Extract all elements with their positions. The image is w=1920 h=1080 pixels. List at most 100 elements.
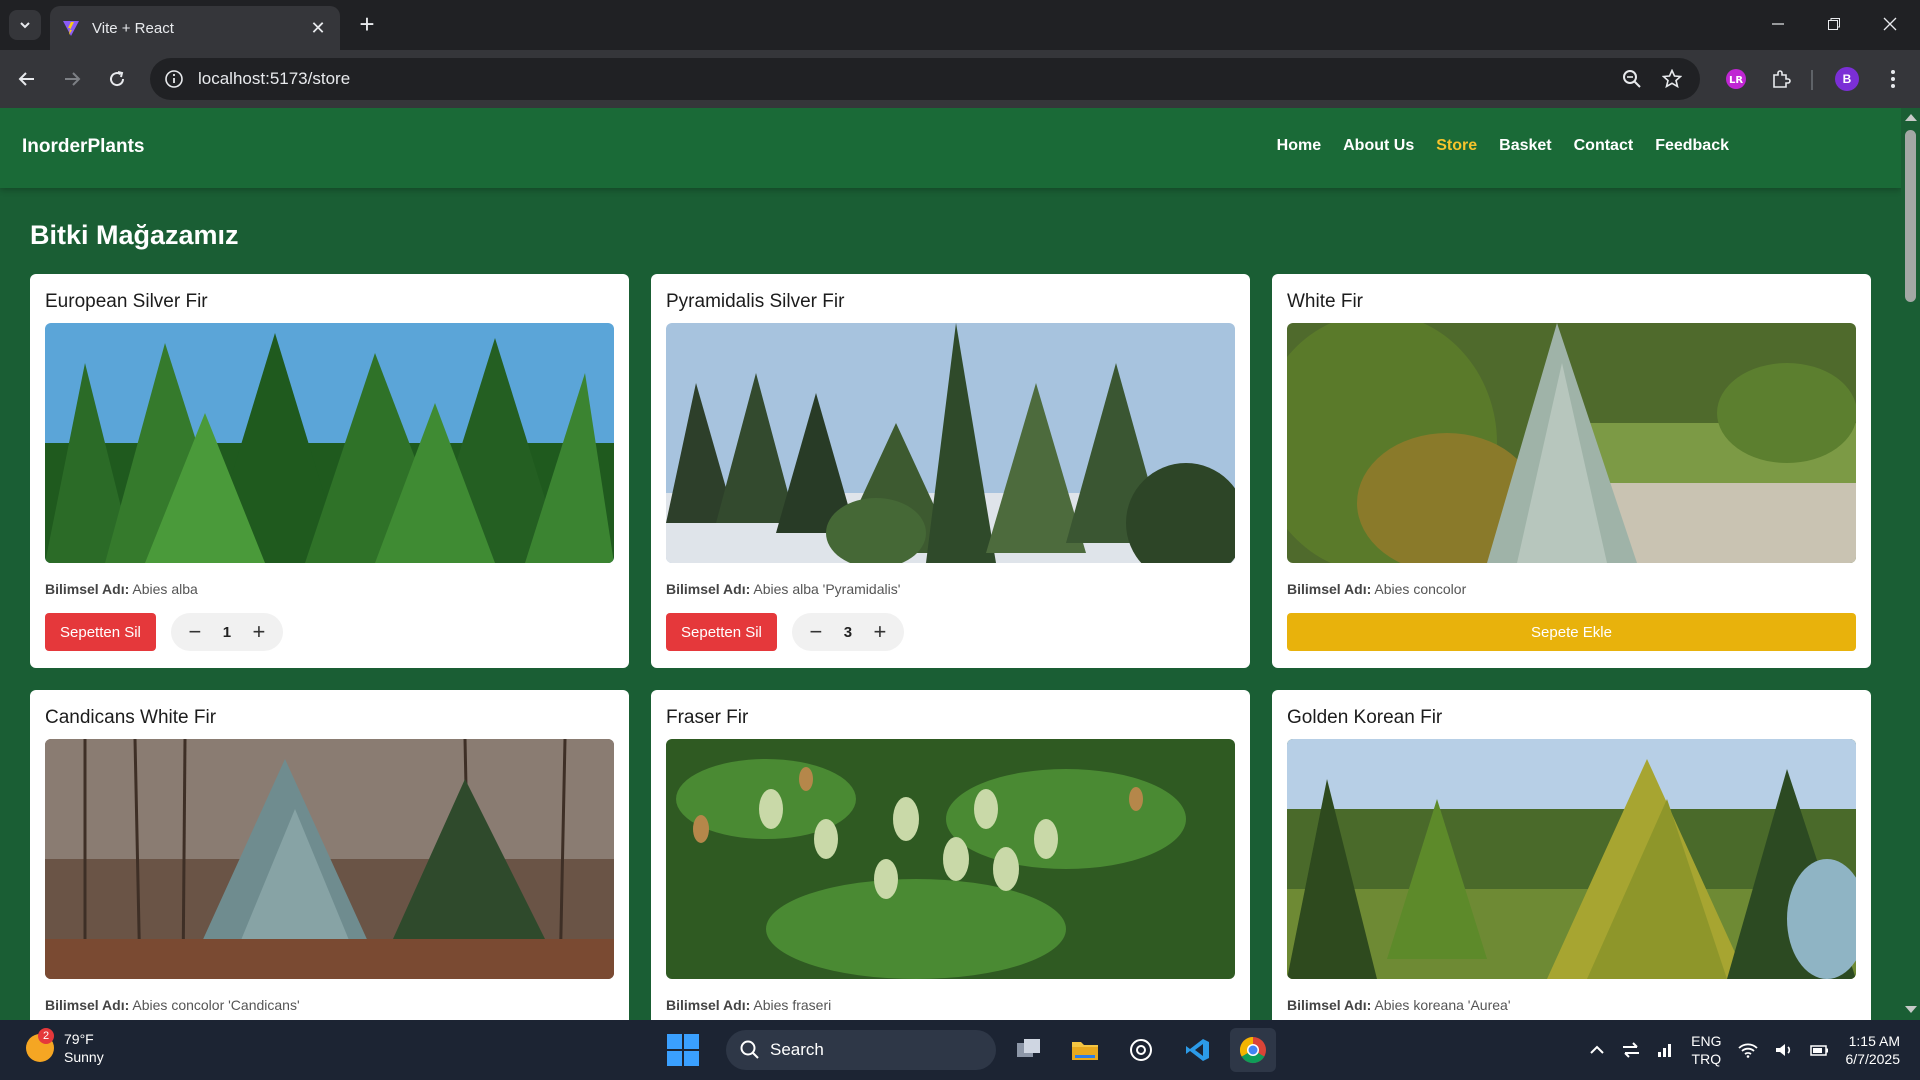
scroll-up-icon[interactable]: [1905, 114, 1917, 121]
minimize-button[interactable]: [1750, 0, 1806, 48]
scientific-value: Abies concolor 'Candicans': [132, 997, 300, 1013]
profile-avatar: B: [1835, 67, 1859, 91]
card-actions: Sepetten Sil − 3 +: [666, 613, 1235, 651]
remove-from-basket-button[interactable]: Sepetten Sil: [666, 613, 777, 651]
quantity-value: 1: [222, 623, 232, 641]
quantity-value: 3: [843, 623, 853, 641]
new-tab-button[interactable]: +: [352, 10, 382, 40]
back-button[interactable]: [10, 62, 44, 96]
chrome-icon: [1239, 1036, 1266, 1064]
task-view-icon: [1017, 1039, 1040, 1057]
scientific-name: Bilimsel Adı: Abies alba: [45, 581, 614, 597]
browser-menu-button[interactable]: [1876, 62, 1910, 96]
nav-links: Home About Us Store Basket Contact Feedb…: [1277, 137, 1729, 155]
restore-button[interactable]: [1806, 0, 1862, 48]
task-view-button[interactable]: [1006, 1028, 1052, 1072]
windows-taskbar: 2 79°F Sunny Search ENG TRQ 1:15 AM 6/7/…: [0, 1020, 1920, 1080]
product-image: [45, 323, 614, 563]
scientific-label: Bilimsel Adı:: [1287, 997, 1372, 1013]
decrement-button[interactable]: −: [806, 621, 826, 643]
product-card: Golden Korean Fir Bilimsel Adı: Abies ko…: [1272, 690, 1871, 1020]
reload-button[interactable]: [100, 62, 134, 96]
temperature: 79°F: [64, 1031, 94, 1047]
brand-logo[interactable]: InorderPlants: [22, 136, 144, 158]
url-text[interactable]: localhost:5173/store: [198, 69, 1612, 89]
wifi-icon[interactable]: [1737, 1042, 1758, 1058]
forward-button[interactable]: [55, 62, 89, 96]
product-card: Fraser Fir Bilimsel Adı: Abies fraseri: [651, 690, 1250, 1020]
add-to-basket-button[interactable]: Sepete Ekle: [1287, 613, 1856, 651]
scientific-value: Abies alba 'Pyramidalis': [753, 581, 901, 597]
bookmark-button[interactable]: [1652, 59, 1692, 99]
windows-icon: [667, 1034, 699, 1066]
nav-store[interactable]: Store: [1436, 137, 1477, 155]
chrome-button[interactable]: [1230, 1028, 1276, 1072]
product-name: European Silver Fir: [45, 291, 208, 312]
quantity-stepper: − 1 +: [170, 613, 283, 651]
card-actions: Sepetten Sil − 1 +: [45, 613, 614, 651]
vscode-icon: [1186, 1039, 1209, 1061]
product-image: [1287, 739, 1856, 979]
product-name: White Fir: [1287, 291, 1363, 312]
language-indicator[interactable]: ENG TRQ: [1691, 1032, 1721, 1068]
product-card: Candicans White Fir Bilimsel Adı: Abies …: [30, 690, 629, 1020]
nav-home[interactable]: Home: [1277, 137, 1321, 155]
product-image: [666, 739, 1235, 979]
volume-icon[interactable]: [1774, 1042, 1794, 1058]
chatgpt-button[interactable]: [1118, 1028, 1164, 1072]
arrow-left-icon: [18, 72, 34, 86]
battery-icon[interactable]: [1809, 1042, 1830, 1058]
increment-button[interactable]: +: [870, 621, 890, 643]
nav-contact[interactable]: Contact: [1574, 137, 1634, 155]
nav-basket[interactable]: Basket: [1499, 137, 1551, 155]
minimize-icon: [1772, 23, 1784, 25]
browser-tab[interactable]: Vite + React ✕: [50, 6, 340, 50]
scroll-thumb[interactable]: [1905, 130, 1916, 302]
tab-close-icon[interactable]: ✕: [308, 18, 328, 39]
tab-search-button[interactable]: [9, 10, 41, 40]
address-bar[interactable]: localhost:5173/store: [150, 58, 1700, 100]
info-icon[interactable]: [164, 69, 184, 89]
decrement-button[interactable]: −: [185, 621, 205, 643]
taskbar-search[interactable]: Search: [726, 1030, 996, 1070]
scientific-name: Bilimsel Adı: Abies fraseri: [666, 997, 1235, 1013]
scientific-name: Bilimsel Adı: Abies concolor: [1287, 581, 1856, 597]
file-explorer-button[interactable]: [1062, 1028, 1108, 1072]
tab-title: Vite + React: [92, 19, 174, 37]
scientific-label: Bilimsel Adı:: [666, 997, 751, 1013]
bars-icon[interactable]: [1657, 1042, 1675, 1058]
product-card: White Fir Bilimsel Adı: Abies concolor S…: [1272, 274, 1871, 668]
page-scrollbar[interactable]: [1901, 108, 1920, 1020]
browser-toolbar: localhost:5173/store LR B: [0, 50, 1920, 108]
vscode-button[interactable]: [1174, 1028, 1220, 1072]
scientific-value: Abies alba: [132, 581, 198, 597]
language-primary: ENG: [1691, 1033, 1722, 1049]
toolbar-divider: [1811, 70, 1813, 90]
clock-time: 1:15 AM: [1848, 1033, 1900, 1049]
close-window-button[interactable]: [1862, 0, 1918, 48]
extension-button[interactable]: LR: [1719, 62, 1753, 96]
scroll-down-icon[interactable]: [1905, 1006, 1917, 1013]
more-vert-icon: [1891, 70, 1895, 88]
product-grid: European Silver Fir Bilimsel Adı: Abies …: [30, 274, 1872, 1020]
chevron-up-icon[interactable]: [1589, 1045, 1605, 1055]
sun-icon: 2: [26, 1028, 54, 1062]
nav-feedback[interactable]: Feedback: [1655, 137, 1729, 155]
start-button[interactable]: [660, 1028, 706, 1072]
clock[interactable]: 1:15 AM 6/7/2025: [1846, 1032, 1901, 1068]
remove-from-basket-button[interactable]: Sepetten Sil: [45, 613, 156, 651]
scientific-name: Bilimsel Adı: Abies concolor 'Candicans': [45, 997, 614, 1013]
weather-widget[interactable]: 2 79°F Sunny: [26, 1028, 104, 1066]
zoom-button[interactable]: [1612, 59, 1652, 99]
scientific-label: Bilimsel Adı:: [45, 581, 130, 597]
language-secondary: TRQ: [1691, 1051, 1722, 1067]
product-image: [666, 323, 1235, 563]
network-transfer-icon[interactable]: [1621, 1042, 1641, 1058]
increment-button[interactable]: +: [249, 621, 269, 643]
arrow-right-icon: [65, 72, 81, 86]
profile-button[interactable]: B: [1830, 62, 1864, 96]
nav-about[interactable]: About Us: [1343, 137, 1414, 155]
weather-condition: Sunny: [64, 1049, 104, 1065]
extensions-menu-button[interactable]: [1764, 62, 1798, 96]
extension-profile-icon: LR: [1726, 69, 1746, 89]
